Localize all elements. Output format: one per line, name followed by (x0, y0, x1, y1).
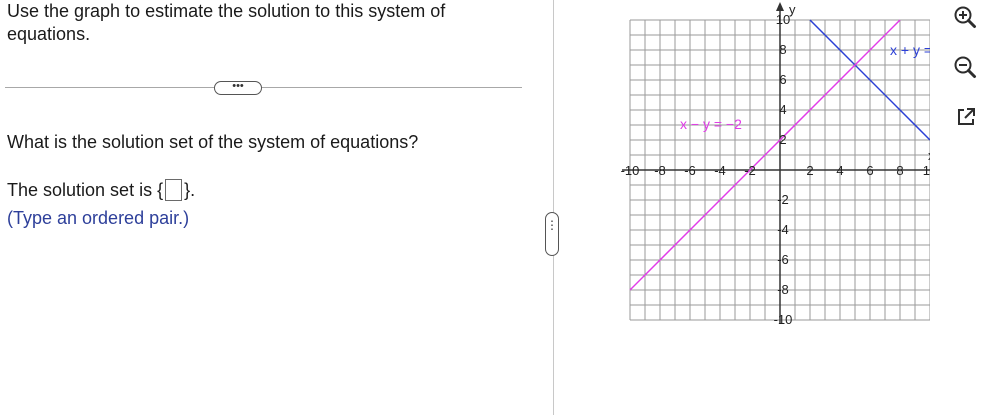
y-axis-arrow-icon (776, 2, 784, 11)
section-divider (5, 87, 522, 88)
x-tick-label: -8 (654, 163, 666, 178)
x-axis-label: x (928, 148, 930, 163)
line1-label: x + y = 12 (890, 42, 930, 58)
y-tick-label: 8 (779, 42, 786, 57)
line2-label: x − y = −2 (680, 116, 742, 132)
x-tick-label: 8 (896, 163, 903, 178)
y-axis-label: y (789, 2, 796, 17)
popout-button[interactable] (953, 104, 979, 130)
question-text: What is the solution set of the system o… (7, 132, 419, 152)
zoom-out-icon (954, 56, 976, 78)
x-tick-label: 2 (806, 163, 813, 178)
more-button[interactable]: ••• (214, 81, 262, 95)
answer-prefix: The solution set is { (7, 179, 164, 200)
x-tick-label: -10 (621, 163, 640, 178)
y-tick-label: -10 (774, 312, 793, 327)
y-tick-label: 4 (779, 102, 786, 117)
x-tick-label: 6 (866, 163, 873, 178)
zoom-in-icon (954, 6, 976, 28)
y-tick-label: -8 (777, 282, 789, 297)
y-tick-label: -4 (777, 222, 789, 237)
y-tick-label: 2 (779, 132, 786, 147)
drag-dots-icon: ⋮ (546, 218, 558, 232)
y-tick-label: 6 (779, 72, 786, 87)
x-tick-label: 10 (923, 163, 930, 178)
prompt-line-2: equations. (7, 24, 91, 44)
zoom-out-button[interactable] (952, 54, 978, 80)
x-tick-label: -6 (684, 163, 696, 178)
answer-input[interactable] (165, 179, 183, 201)
question-prompt: Use the graph to estimate the solution t… (7, 0, 527, 46)
question-pane: Use the graph to estimate the solution t… (0, 0, 540, 415)
coordinate-graph: -10-8-6-4-2246810108642-2-4-6-8-10 x + y… (621, 2, 930, 327)
zoom-in-button[interactable] (952, 4, 978, 30)
answer-hint: (Type an ordered pair.) (7, 208, 190, 228)
y-tick-label: -6 (777, 252, 789, 267)
x-tick-label: -4 (714, 163, 726, 178)
x-tick-label: -2 (744, 163, 756, 178)
pane-divider (553, 0, 554, 415)
y-tick-label: -2 (777, 192, 789, 207)
pane-resize-handle[interactable]: ⋮ (545, 212, 559, 256)
prompt-line-1: Use the graph to estimate the solution t… (7, 1, 446, 21)
x-tick-label: 4 (836, 163, 843, 178)
answer-suffix: }. (184, 179, 196, 200)
answer-line: The solution set is { }. (7, 179, 195, 201)
popout-icon (958, 108, 975, 125)
